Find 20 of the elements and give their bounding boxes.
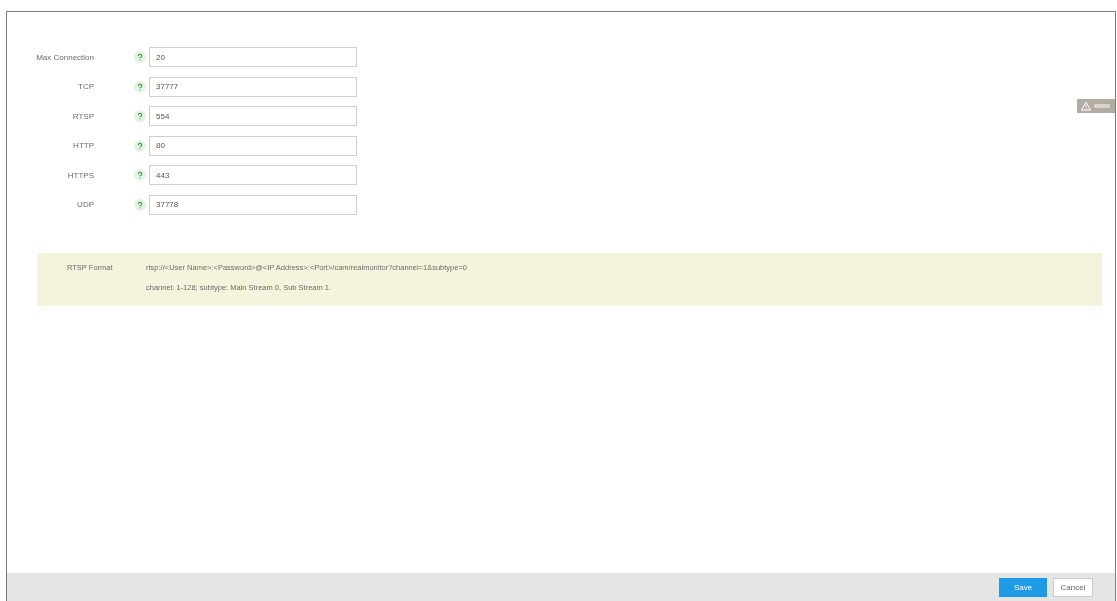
field-label: RTSP	[71, 111, 94, 121]
field-label: UDP	[76, 200, 94, 210]
cancel-button[interactable]: Cancel	[1053, 577, 1093, 597]
field-label: TCP	[77, 82, 94, 92]
field-label: HTTPS	[66, 170, 94, 180]
input-field[interactable]: 80	[149, 135, 357, 156]
help-icon[interactable]	[134, 51, 146, 63]
input-field[interactable]: 37778	[149, 194, 357, 215]
help-icon[interactable]	[134, 198, 146, 211]
field-label: HTTP	[72, 141, 94, 151]
input-field[interactable]: 554	[149, 106, 357, 127]
field-label: Max Connection	[35, 52, 94, 62]
input-field[interactable]: 443	[149, 165, 357, 186]
input-field[interactable]: 37777	[149, 76, 357, 97]
help-icon[interactable]	[134, 80, 146, 93]
input-field[interactable]: 20	[149, 47, 357, 67]
warning-tab-icon[interactable]	[1077, 99, 1115, 113]
help-icon[interactable]	[134, 139, 146, 152]
help-icon[interactable]	[134, 169, 146, 182]
help-icon[interactable]	[134, 110, 146, 123]
